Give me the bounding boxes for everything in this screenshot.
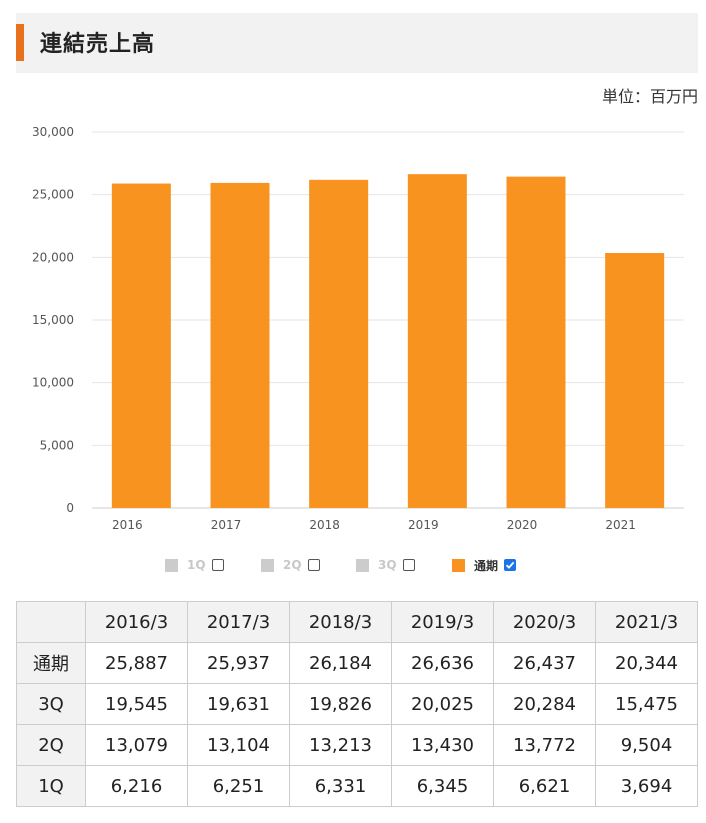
table-row: 3Q 19,545 19,631 19,826 20,025 20,284 15,475 [16, 683, 698, 725]
column-header: 2019/3 [391, 601, 494, 643]
legend-item[interactable]: 3Q [356, 553, 415, 577]
legend-checkbox[interactable] [307, 559, 320, 571]
x-tick-label: 2019 [408, 518, 439, 532]
table-row: 2Q 13,079 13,104 13,213 13,430 13,772 9,504 [16, 724, 698, 766]
column-header: 2018/3 [289, 601, 392, 643]
table-row: 1Q 6,216 6,251 6,331 6,345 6,621 3,694 [16, 765, 698, 807]
y-tick-label: 5,000 [40, 438, 74, 452]
table-cell: 13,104 [187, 724, 290, 766]
bar[interactable] [506, 176, 566, 509]
column-header: 2021/3 [595, 601, 698, 643]
bar-chart: 0 5,000 10,000 15,000 20,000 25,000 30,000 2016… [32, 125, 684, 532]
table-cell: 6,621 [493, 765, 596, 807]
legend-label: 1Q [187, 558, 206, 572]
table-cell: 15,475 [595, 683, 698, 725]
row-header: 3Q [16, 683, 86, 725]
x-tick-label: 2021 [605, 518, 636, 532]
table-cell: 19,545 [85, 683, 188, 725]
table-cell: 20,284 [493, 683, 596, 725]
y-tick-label: 15,000 [32, 313, 74, 327]
unit-label: 単位：百万円 [601, 87, 698, 106]
bar[interactable] [309, 179, 369, 508]
chart-legend: 1Q 2Q 3Q 通期 [0, 553, 706, 577]
table-cell: 3,694 [595, 765, 698, 807]
bar[interactable] [210, 182, 270, 508]
legend-label: 3Q [378, 558, 397, 572]
x-tick-label: 2017 [211, 518, 242, 532]
table-cell: 26,437 [493, 642, 596, 684]
table-row: 通期 25,887 25,937 26,184 26,636 26,437 20,344 [16, 642, 698, 684]
table-cell: 6,331 [289, 765, 392, 807]
table-cell: 13,772 [493, 724, 596, 766]
row-header: 2Q [16, 724, 86, 766]
legend-checkbox[interactable] [211, 559, 224, 571]
legend-item[interactable]: 2Q [261, 553, 320, 577]
table-cell: 25,937 [187, 642, 290, 684]
bar[interactable] [111, 183, 171, 508]
x-tick-label: 2020 [507, 518, 538, 532]
y-tick-label: 10,000 [32, 376, 74, 390]
bar[interactable] [407, 174, 467, 508]
y-tick-label: 30,000 [32, 125, 74, 139]
x-tick-label: 2018 [309, 518, 340, 532]
legend-label: 2Q [283, 558, 302, 572]
table-cell: 13,430 [391, 724, 494, 766]
legend-swatch [261, 558, 274, 572]
column-header: 2020/3 [493, 601, 596, 643]
table-cell: 19,826 [289, 683, 392, 725]
table-cell: 20,344 [595, 642, 698, 684]
header-accent-bar [16, 24, 24, 61]
table-cell: 26,636 [391, 642, 494, 684]
table-corner-cell [16, 601, 86, 643]
table-cell: 13,079 [85, 724, 188, 766]
x-tick-label: 2016 [112, 518, 143, 532]
y-tick-label: 20,000 [32, 250, 74, 264]
bar[interactable] [605, 253, 665, 508]
legend-swatch [452, 558, 465, 572]
row-header: 通期 [16, 642, 86, 684]
column-header: 2016/3 [85, 601, 188, 643]
table-cell: 6,216 [85, 765, 188, 807]
page-title: 連結売上高 [40, 32, 156, 57]
legend-label: 通期 [474, 558, 499, 573]
table-cell: 6,251 [187, 765, 290, 807]
table-cell: 13,213 [289, 724, 392, 766]
table-cell: 19,631 [187, 683, 290, 725]
table-cell: 20,025 [391, 683, 494, 725]
row-header: 1Q [16, 765, 86, 807]
legend-item[interactable]: 1Q [165, 553, 224, 577]
section-header: 連結売上高 [16, 13, 698, 73]
legend-item[interactable]: 通期 [452, 553, 517, 577]
table-cell: 25,887 [85, 642, 188, 684]
legend-swatch [165, 558, 178, 572]
table-cell: 6,345 [391, 765, 494, 807]
legend-checkbox[interactable] [402, 559, 415, 571]
legend-checkbox[interactable] [504, 559, 517, 571]
y-tick-label: 25,000 [32, 188, 74, 202]
y-tick-label: 0 [66, 501, 74, 515]
legend-swatch [356, 558, 369, 572]
table-cell: 26,184 [289, 642, 392, 684]
data-table: 2016/3 2017/3 2018/3 2019/3 2020/3 2021/3 通期 2… [16, 601, 698, 807]
column-header: 2017/3 [187, 601, 290, 643]
table-cell: 9,504 [595, 724, 698, 766]
